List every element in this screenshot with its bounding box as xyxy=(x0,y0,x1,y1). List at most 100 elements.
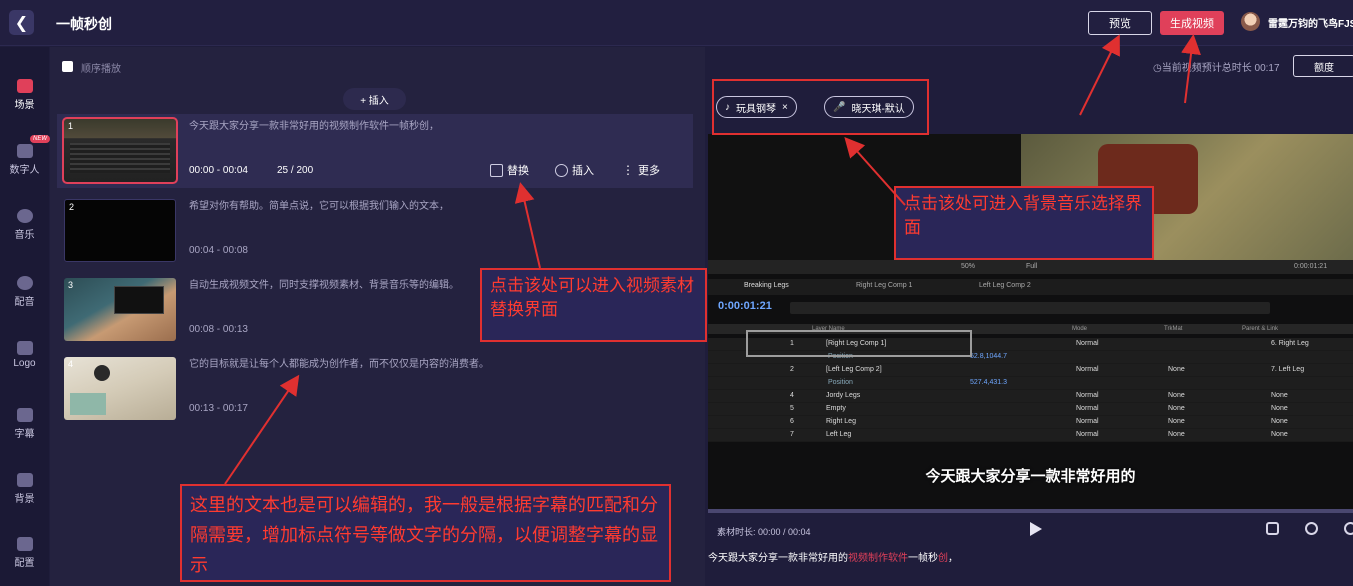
more-button[interactable]: ⋮ 更多 xyxy=(622,162,660,178)
ae-layer-row: 7 Left Leg Normal None None xyxy=(708,429,1353,442)
scissors-icon[interactable] xyxy=(1305,522,1318,535)
subtitle-text: ， xyxy=(948,553,958,564)
insert-label: 插入 xyxy=(572,165,594,177)
insert-scene-button[interactable]: + 插入 xyxy=(343,88,406,110)
sidebar-item-music[interactable]: 音乐 xyxy=(0,209,49,241)
annotation-text-note: 这里的文本也是可以编辑的，我一般是根据字幕的匹配和分隔需要，增加标点符号等做文字… xyxy=(180,484,671,582)
sidebar-item-label: 配置 xyxy=(14,558,35,569)
scene-text[interactable]: 希望对你有帮助。简单点说，它可以根据我们输入的文本， xyxy=(189,197,449,212)
ae-layer-mode: Normal xyxy=(1076,392,1099,399)
ae-layer-row: 6 Right Leg Normal None None xyxy=(708,416,1353,429)
quota-button[interactable]: 额度 xyxy=(1293,55,1353,77)
ae-layer-number: 6 xyxy=(790,418,794,425)
ae-layer-row: 4 Jordy Legs Normal None None xyxy=(708,390,1353,403)
ae-selection-box xyxy=(746,330,972,357)
ae-col-mode: Mode xyxy=(1072,326,1088,332)
scene-text[interactable]: 今天跟大家分享一款非常好用的视频制作软件一帧秒创， xyxy=(189,117,439,132)
subtitle-text: 今天跟大家分享一款非常好用的 xyxy=(708,553,848,564)
scene-icon xyxy=(16,79,33,93)
sidebar-item-label: 配音 xyxy=(14,297,35,308)
sequential-play-label: 顺序播放 xyxy=(81,64,121,75)
gear-icon[interactable] xyxy=(1344,522,1353,535)
ae-viewer-time: 0:00:01:21 xyxy=(1294,263,1328,270)
thumbnail-image xyxy=(94,365,110,381)
scene-item[interactable]: 4 它的目标就是让每个人都能成为创作者，而不仅仅是内容的消费者。 00:13 -… xyxy=(57,352,693,426)
ae-layer-number: 7 xyxy=(790,431,794,438)
char-count: 25 / 200 xyxy=(277,165,314,176)
generate-video-button[interactable]: 生成视频 xyxy=(1160,11,1224,35)
sidebar-item-label: 音乐 xyxy=(14,230,35,241)
preview-button[interactable]: 预览 xyxy=(1088,11,1152,35)
voiceover-icon xyxy=(16,276,33,290)
scene-text[interactable]: 自动生成视频文件，同时支撑视频素材、背景音乐等的编辑。 xyxy=(189,276,459,291)
ae-resolution: Full xyxy=(1026,263,1038,270)
video-subtitle-overlay: 今天跟大家分享一款非常好用的 xyxy=(925,468,1136,485)
replace-button[interactable]: 替换 xyxy=(490,162,529,178)
subtitle-highlight: 创 xyxy=(938,553,948,564)
ae-layer-number: 5 xyxy=(790,405,794,412)
annotation-replace-note: 点击该处可以进入视频素材替换界面 xyxy=(480,268,707,342)
ae-layer-mode: Normal xyxy=(1076,340,1099,347)
replace-label: 替换 xyxy=(507,165,529,177)
sidebar-item-background[interactable]: 背景 xyxy=(0,473,49,505)
ae-layer-value: 52.8,1044.7 xyxy=(970,353,1007,360)
ae-col-trkmat: TrkMat xyxy=(1164,326,1183,332)
annotation-highlight-chips xyxy=(712,79,929,135)
scene-thumbnail[interactable]: 2 xyxy=(64,199,176,262)
back-button[interactable]: ❮ xyxy=(9,10,34,35)
scene-number: 3 xyxy=(68,280,74,290)
player-controls: 素材时长: 00:00 / 00:04 xyxy=(708,513,1353,547)
material-duration: 素材时长: 00:00 / 00:04 xyxy=(717,527,811,537)
ae-col-parent: Parent & Link xyxy=(1242,326,1279,332)
ae-zoom: 50% xyxy=(961,263,976,270)
scene-time: 00:13 - 00:17 xyxy=(189,403,248,414)
avatar-toggle-icon[interactable] xyxy=(1266,522,1279,535)
sidebar-item-settings[interactable]: 配置 xyxy=(0,537,49,569)
ae-layer-row: 5 Empty Normal None None xyxy=(708,403,1353,416)
ae-layer-row: Position 527.4,431.3 xyxy=(708,377,1353,390)
sidebar-item-voiceover[interactable]: 配音 xyxy=(0,276,49,308)
background-icon xyxy=(16,473,33,487)
ae-layer-name: [Left Leg Comp 2] xyxy=(826,366,882,373)
scene-item[interactable]: 1 今天跟大家分享一款非常好用的视频制作软件一帧秒创， 00:00 - 00:0… xyxy=(57,114,693,188)
play-icon[interactable] xyxy=(1030,522,1042,536)
ae-search-field xyxy=(790,302,1270,314)
scene-time: 00:00 - 00:04 xyxy=(189,165,248,176)
insert-button[interactable]: 插入 xyxy=(555,162,594,178)
ae-layer-number: 2 xyxy=(790,366,794,373)
clock-icon: ◷ xyxy=(1153,63,1162,74)
ae-layer-name: Empty xyxy=(826,405,846,412)
sidebar-item-logo[interactable]: Logo xyxy=(0,341,49,369)
subtitle-icon xyxy=(16,408,33,422)
sidebar-item-scene[interactable]: 场景 xyxy=(0,79,49,111)
sidebar-item-digital-human[interactable]: NEW 数字人 xyxy=(0,135,50,176)
scene-number: 2 xyxy=(69,202,75,212)
annotation-bgm-note: 点击该处可进入背景音乐选择界面 xyxy=(894,186,1154,260)
user-name[interactable]: 雷霆万钧的飞鸟FJS xyxy=(1268,15,1353,30)
subtitle-line[interactable]: 今天跟大家分享一款非常好用的视频制作软件一帧秒创， xyxy=(708,549,958,564)
sidebar: 场景 NEW 数字人 音乐 配音 Logo 字幕 背景 配置 xyxy=(0,47,50,586)
ae-layer-name: Left Leg xyxy=(826,431,852,438)
ae-layer-trkmat: None xyxy=(1168,392,1185,399)
sidebar-item-label: Logo xyxy=(13,358,36,369)
scene-thumbnail[interactable]: 4 xyxy=(64,357,176,420)
sequential-play-checkbox[interactable] xyxy=(62,61,73,72)
ae-layer-row: 2 [Left Leg Comp 2] Normal None 7. Left … xyxy=(708,364,1353,377)
sidebar-item-subtitle[interactable]: 字幕 xyxy=(0,408,49,440)
scene-thumbnail[interactable]: 1 xyxy=(62,117,178,184)
top-bar: ❮ 一帧秒创 预览 生成视频 雷霆万钧的飞鸟FJS xyxy=(0,0,1353,46)
scene-item[interactable]: 2 希望对你有帮助。简单点说，它可以根据我们输入的文本， 00:04 - 00:… xyxy=(57,194,693,268)
plus-circle-icon xyxy=(555,163,568,177)
chevron-left-icon: ❮ xyxy=(14,14,29,32)
scene-thumbnail[interactable]: 3 xyxy=(64,278,176,341)
scene-text[interactable]: 它的目标就是让每个人都能成为创作者，而不仅仅是内容的消费者。 xyxy=(189,355,489,370)
ae-viewer-toolbar: 50% Full 0:00:01:21 xyxy=(708,260,1353,274)
ae-layer-parent: None xyxy=(1271,418,1288,425)
ae-layer-parent: None xyxy=(1271,431,1288,438)
ae-tab: Left Leg Comp 2 xyxy=(979,282,1031,289)
ae-layer-name: Jordy Legs xyxy=(826,392,861,399)
subtitle-highlight: 视频制作软件 xyxy=(848,553,908,564)
replace-icon xyxy=(490,163,503,177)
thumbnail-image xyxy=(70,393,106,415)
avatar[interactable] xyxy=(1241,12,1260,31)
